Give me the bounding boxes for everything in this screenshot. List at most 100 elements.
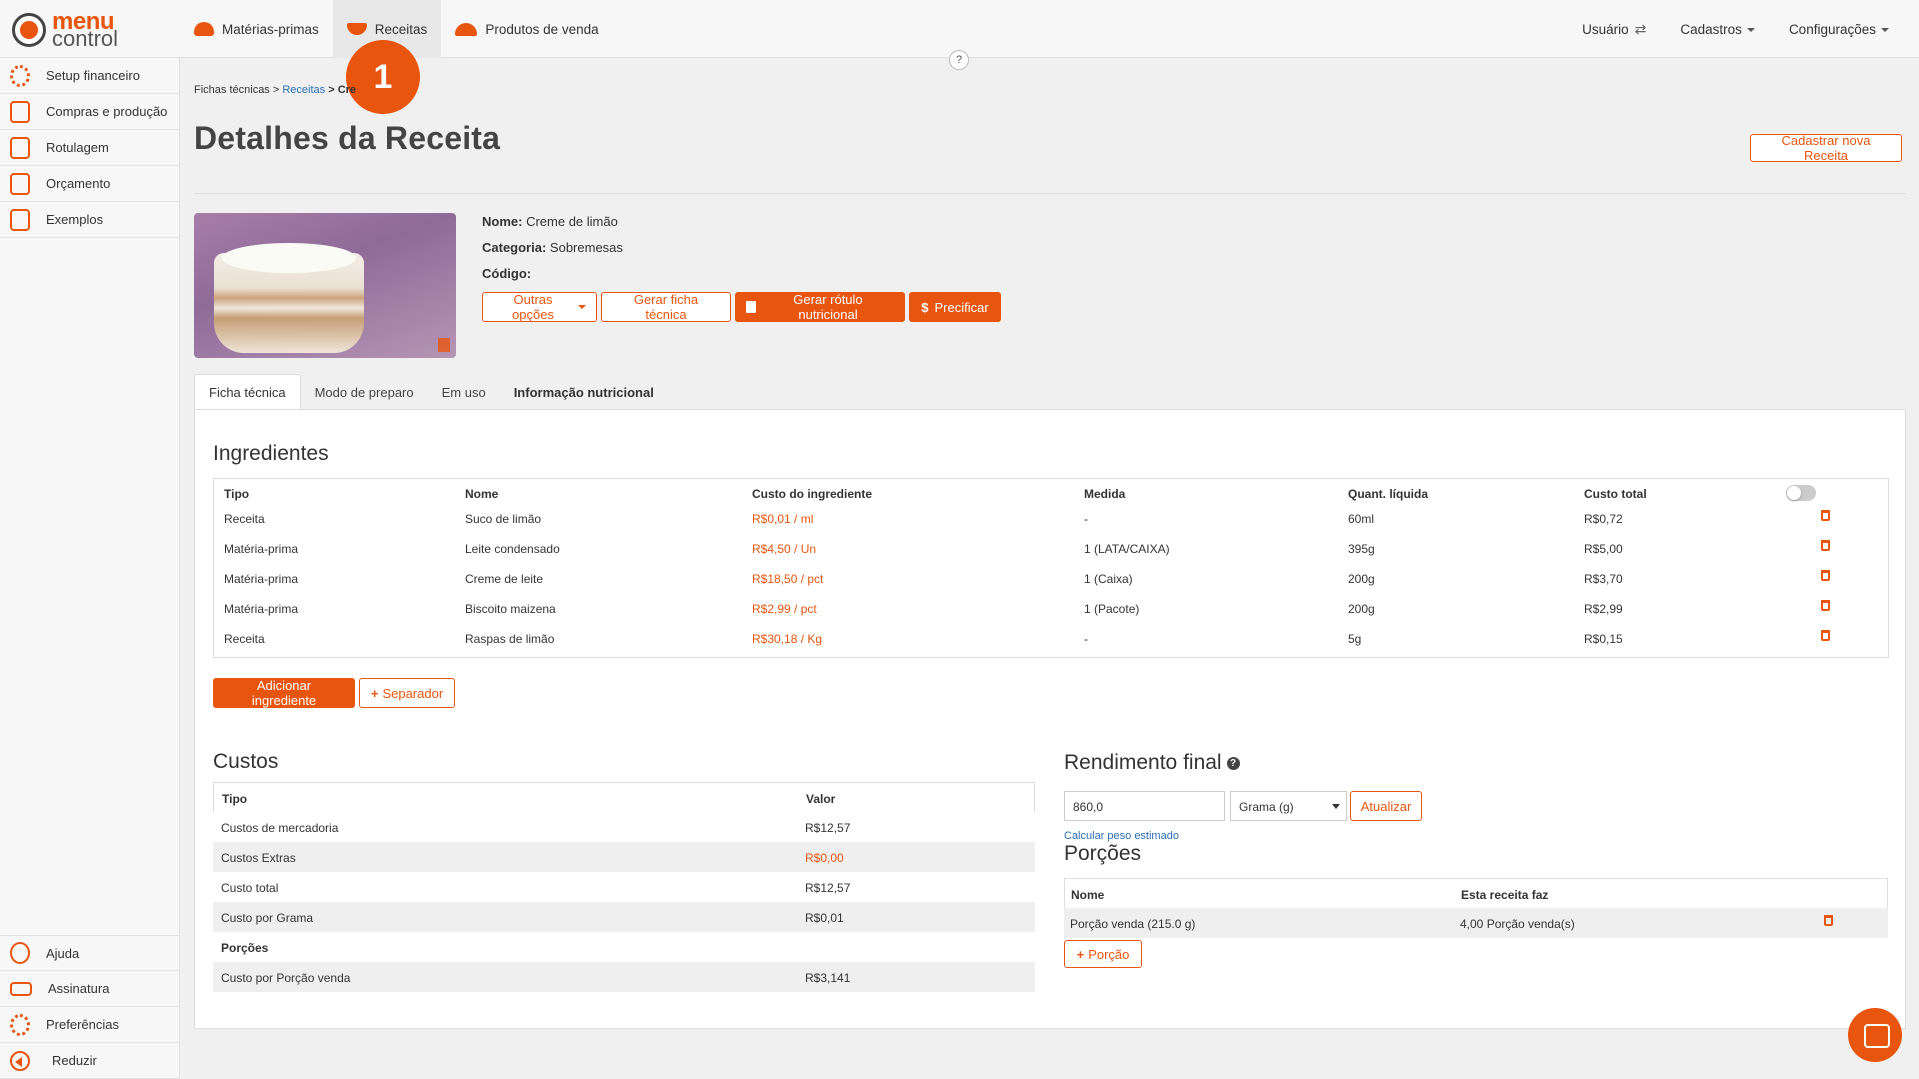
rendimento-input[interactable]: 860,0 [1064,791,1225,821]
separador-button[interactable]: + Separador [359,678,455,708]
nav-produtos-de-venda[interactable]: Produtos de venda [441,0,612,58]
table-section-label: Porções [221,941,269,955]
nav-materias-primas[interactable]: Matérias-primas [180,0,333,58]
table-row[interactable]: Matéria-prima Leite condensado R$4,50 / … [214,534,1890,564]
menu-control-logo[interactable]: menu control [12,10,172,50]
examples-icon [10,208,30,231]
sidebar-item-setup-financeiro[interactable]: Setup financeiro [0,58,179,94]
atualizar-button[interactable]: Atualizar [1350,791,1422,821]
tomato-icon [194,22,214,36]
cadastrar-nova-receita-button[interactable]: Cadastrar nova Receita [1750,133,1902,163]
table-header: Tipo Valor [213,782,1035,812]
sidebar-item-rotulagem[interactable]: Rotulagem [0,130,179,166]
plus-icon: + [1076,946,1085,962]
ingredients-table: Tipo Nome Custo do ingrediente Medida Qu… [213,478,1889,658]
trash-icon[interactable] [1821,510,1830,521]
gerar-rotulo-nutricional-button[interactable]: Gerar rótulo nutricional [735,292,905,322]
sidebar-item-label: Rotulagem [46,140,109,155]
cadastros-dropdown[interactable]: Cadastros [1680,22,1755,37]
sidebar-item-label: Exemplos [46,212,104,227]
table-row[interactable]: Custos Extras R$0,00 [213,842,1035,872]
outras-opcoes-dropdown[interactable]: Outras opções [482,292,597,322]
configuracoes-label: Configurações [1788,21,1876,37]
tab-informacao-nutricional[interactable]: Informação nutricional [500,374,668,410]
question-icon[interactable]: ? [1226,756,1240,770]
breadcrumb-fichas-tecnicas[interactable]: Fichas técnicas > [194,84,279,96]
divider [194,193,1906,194]
caret-down-icon [1746,27,1755,32]
table-row[interactable]: Matéria-prima Creme de leite R$18,50 / p… [214,564,1890,594]
table-row: Custo por Porção venda R$3,141 [213,962,1035,992]
sidebar-item-label: Assinatura [48,981,110,996]
recipe-name: Creme de limão [526,214,618,229]
sidebar-item-reduzir[interactable]: Reduzir [0,1043,180,1079]
recipe-image[interactable] [194,213,456,358]
trash-icon[interactable] [1824,915,1833,926]
gear-icon [10,1013,30,1036]
step-number-badge: 1 [346,40,420,114]
logo-text-control: control [52,26,119,51]
trash-icon[interactable] [1821,630,1830,641]
tab-modo-de-preparo[interactable]: Modo de preparo [301,374,428,410]
caret-down-icon [1881,27,1889,32]
table-row[interactable]: Porção venda (215.0 g) 4,00 Porção venda(… [1064,908,1888,938]
tab-ficha-tecnica[interactable]: Ficha técnica [194,374,301,410]
trash-icon[interactable] [1821,540,1830,551]
recipe-info: Nome: Creme de limão Categoria: Sobremes… [482,214,623,292]
rendimento-final-title: Rendimento final? [1064,751,1240,775]
recipe-actions: Outras opções Gerar ficha técnica Gerar … [482,292,1001,322]
sidebar-item-orcamento[interactable]: Orçamento [0,166,179,202]
costs-table: Tipo Valor Custos de mercadoria R$12,57 Cu… [213,782,1035,992]
sync-icon[interactable]: ⇄ [1635,21,1647,38]
table-row[interactable]: Receita Suco de limão R$0,01 / ml - 60ml… [214,504,1890,534]
sidebar-item-label: Setup financeiro [46,68,140,83]
chat-widget-button[interactable] [1848,1008,1902,1062]
table-row: Custo por Grama R$0,01 [213,902,1035,932]
sidebar-item-preferencias[interactable]: Preferências [0,1007,180,1043]
sidebar-item-compras-producao[interactable]: Compras e produção [0,94,179,130]
user-menu[interactable]: Usuário ⇄ [1582,21,1646,38]
caret-down-icon [578,305,586,309]
breadcrumb: Fichas técnicas > Receitas > Cre [194,84,356,96]
credit-card-icon [10,981,32,996]
configuracoes-dropdown[interactable]: Configurações [1789,22,1889,37]
table-row: Custos de mercadoria R$12,57 [221,821,851,835]
unit-select[interactable]: Grama (g) [1230,791,1347,821]
add-porcao-button[interactable]: + Porção [1064,940,1142,968]
tabs: Ficha técnica Modo de preparo Em uso Inf… [194,374,668,410]
precificar-button[interactable]: $ Precificar [909,292,1001,322]
cadastros-label: Cadastros [1680,21,1742,37]
cloche-icon [455,22,478,36]
trash-icon[interactable] [1821,600,1830,611]
sidebar-item-label: Orçamento [46,176,111,191]
gerar-ficha-tecnica-button[interactable]: Gerar ficha técnica [601,292,731,322]
table-row[interactable]: Receita Raspas de limão R$30,18 / Kg - 5… [214,624,1890,654]
calcular-peso-estimado-link[interactable]: Calcular peso estimado [1064,830,1179,842]
recipe-category: Sobremesas [549,240,623,255]
trash-icon[interactable] [1821,570,1830,581]
top-right-menu: Usuário ⇄ Cadastros Configurações [1582,0,1889,58]
custos-title: Custos [213,750,279,773]
tab-em-uso[interactable]: Em uso [428,374,500,410]
table-header: Nome Esta receita faz [1064,878,1888,908]
porcoes-title: Porções [1064,842,1142,865]
name-label: Nome: [482,214,523,229]
sidebar-item-label: Preferências [46,1017,119,1032]
dollar-gear-icon [10,64,30,87]
adicionar-ingrediente-button[interactable]: Adicionar ingrediente [213,678,355,708]
sidebar-item-assinatura[interactable]: Assinatura [0,971,180,1007]
table-row[interactable]: Matéria-prima Biscoito maizena R$2,99 / … [214,594,1890,624]
portions-table: Nome Esta receita faz Porção venda (215.0… [1064,878,1888,938]
ingredientes-title: Ingredientes [213,442,329,465]
category-label: Categoria: [482,240,547,255]
nav-label: Matérias-primas [222,21,319,37]
sidebar-item-ajuda[interactable]: Ajuda [0,935,180,971]
page-title: Detalhes da Receita [194,120,501,156]
show-details-toggle[interactable] [1786,485,1816,501]
help-button[interactable]: ? [949,50,969,70]
delete-image-icon[interactable] [438,338,450,352]
user-label: Usuário [1582,21,1629,37]
sidebar: Setup financeiro Compras e produção Rotu… [0,58,180,1079]
breadcrumb-receitas-link[interactable]: Receitas [282,84,325,96]
sidebar-item-exemplos[interactable]: Exemplos [0,202,179,238]
